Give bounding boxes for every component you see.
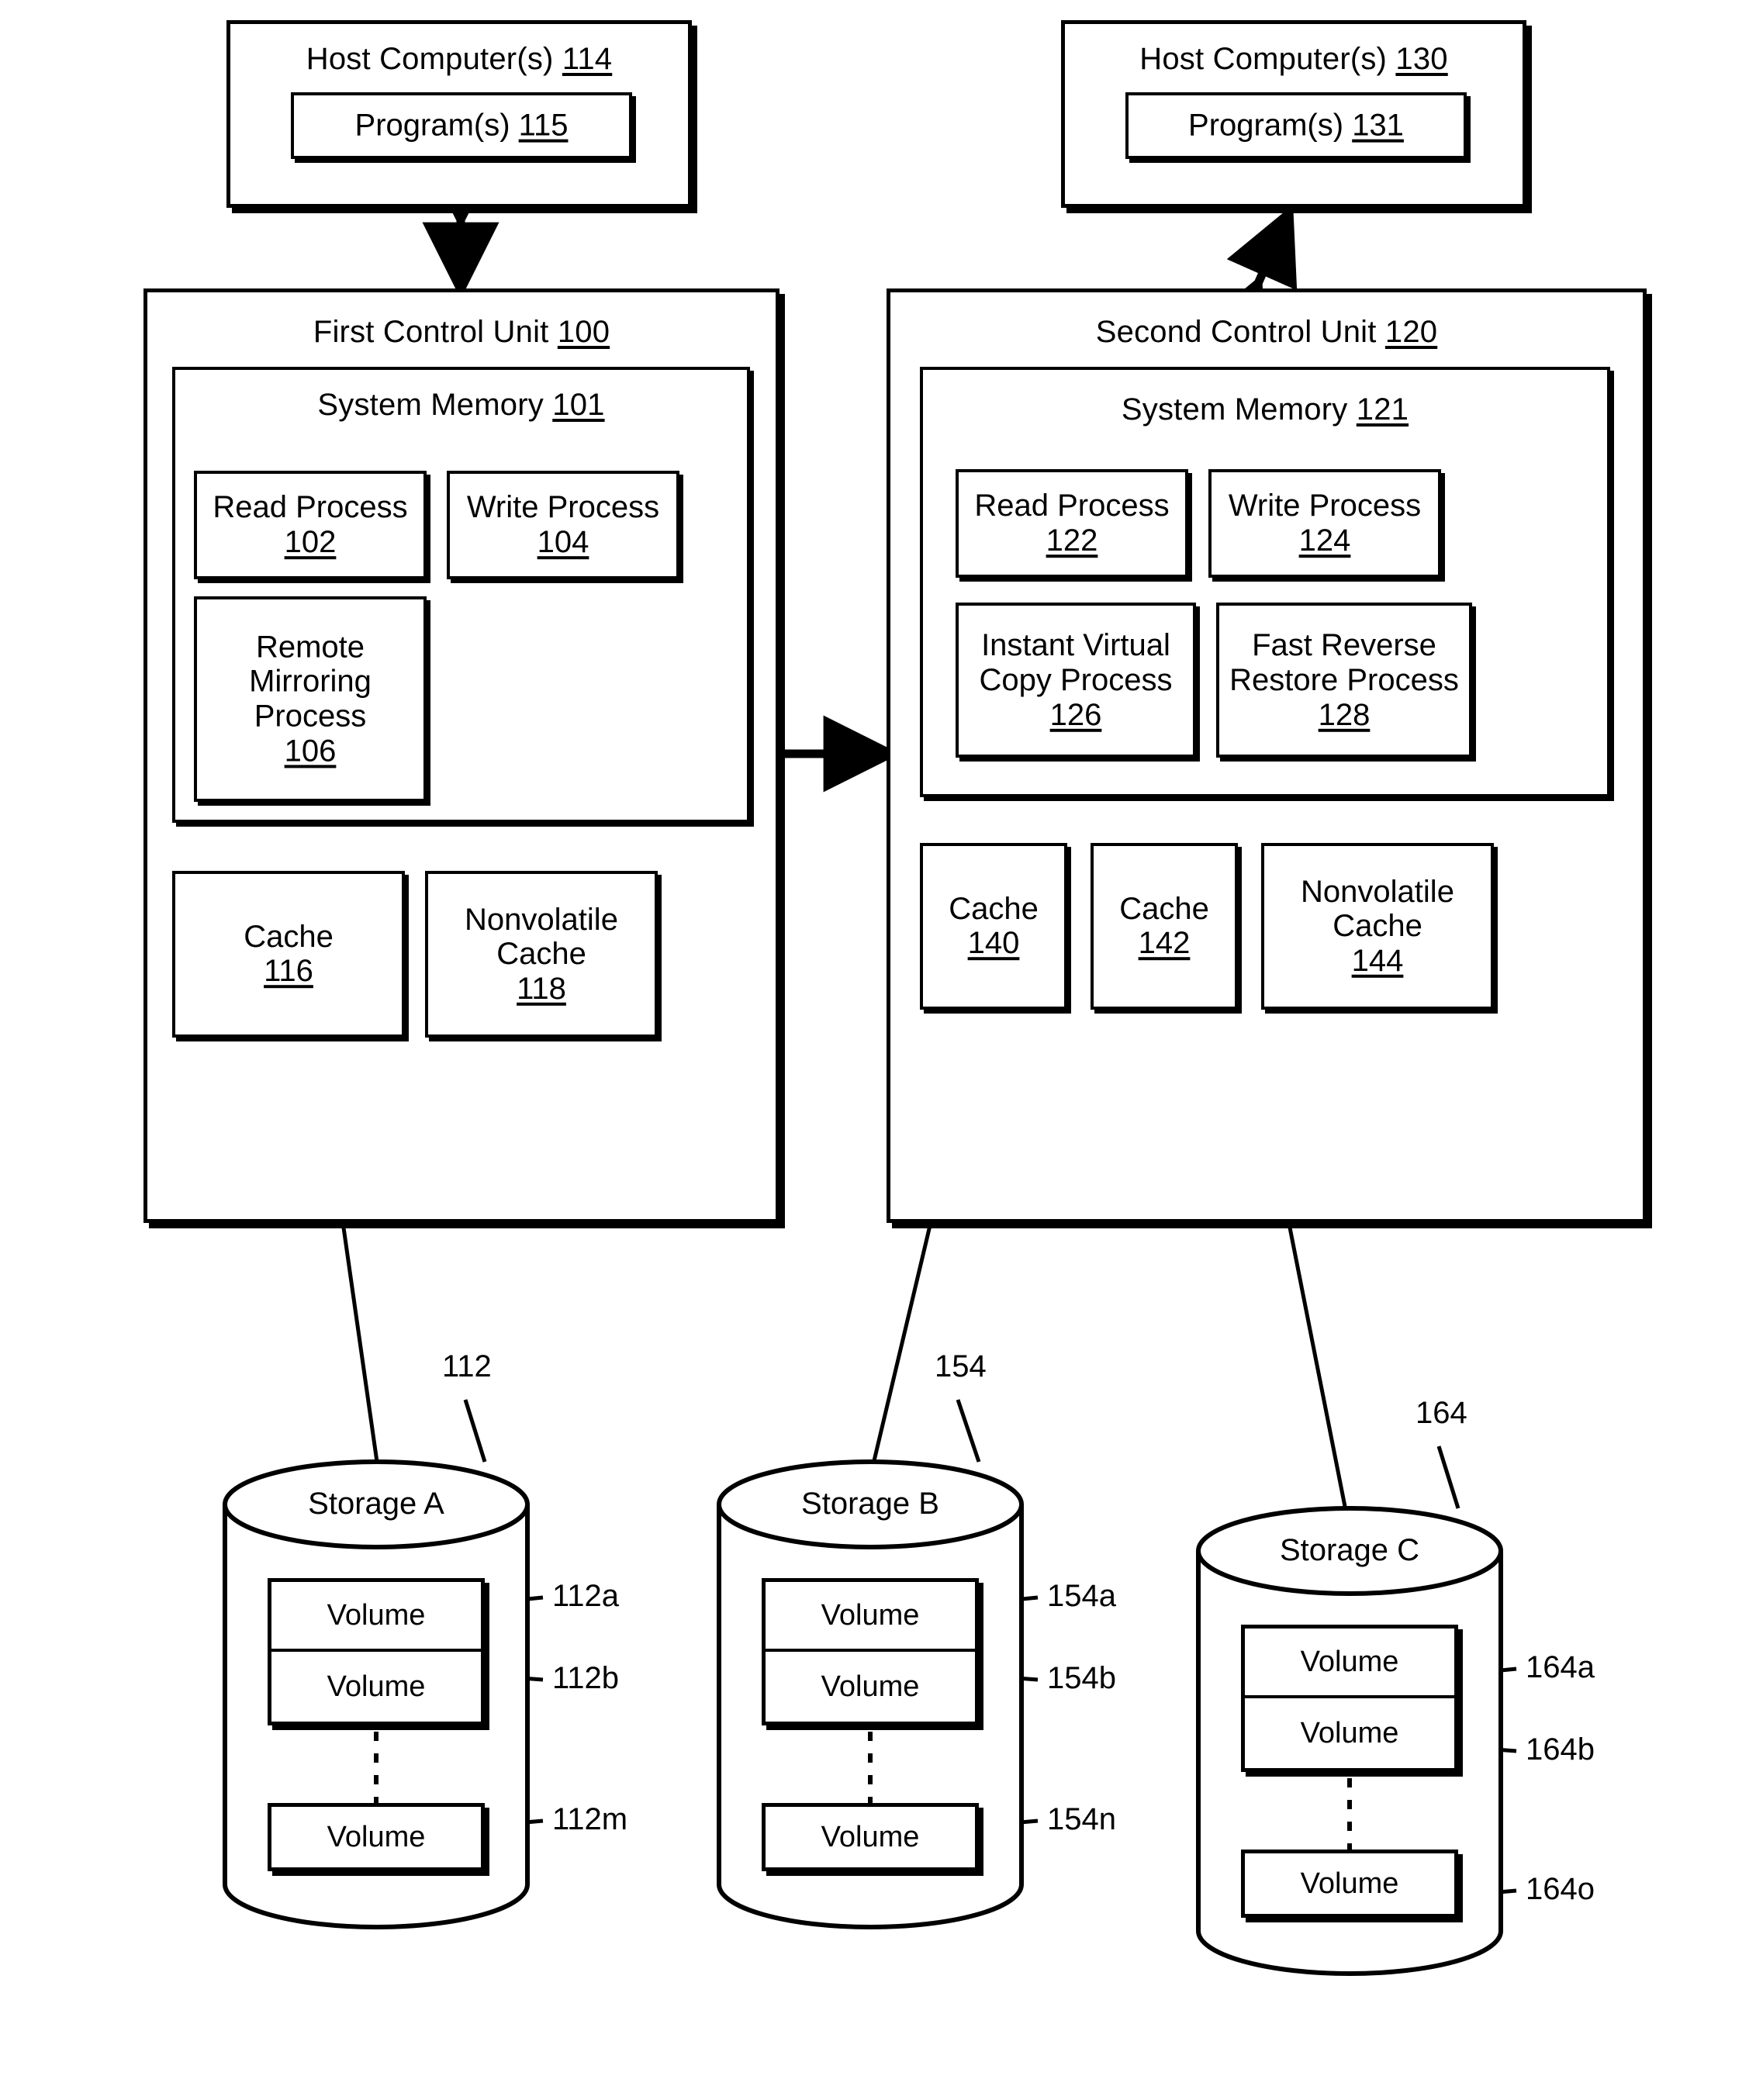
write-process-104-label: Write Process 104 (466, 490, 660, 559)
storage-a[interactable]: Storage A Volume Volume Volume (221, 1459, 531, 1929)
storage-c-volume-164o[interactable]: Volume (1241, 1850, 1458, 1918)
ref-112m: 112m (552, 1802, 628, 1836)
write-process-124-label: Write Process 124 (1228, 489, 1422, 558)
ref-164b: 164b (1526, 1732, 1595, 1767)
program-131[interactable]: Program(s) 131 (1125, 92, 1467, 159)
second-control-unit-title: Second Control Unit 120 (1095, 315, 1438, 349)
fast-reverse-restore-process-128-label: Fast Reverse Restore Process 128 (1229, 627, 1459, 732)
storage-b-volume-154n[interactable]: Volume (762, 1803, 979, 1871)
cache-116[interactable]: Cache 116 (172, 871, 405, 1038)
leader-164 (1436, 1445, 1460, 1509)
leader-154 (956, 1399, 981, 1463)
nonvolatile-cache-118-label: Nonvolatile Cache 118 (465, 902, 618, 1006)
ref-164: 164 (1416, 1396, 1467, 1430)
storage-b[interactable]: Storage B Volume Volume Volume (715, 1459, 1025, 1929)
read-process-122[interactable]: Read Process 122 (956, 469, 1188, 578)
ref-154: 154 (935, 1349, 987, 1383)
system-memory-101-title: System Memory 101 (317, 388, 605, 422)
ref-112b: 112b (552, 1661, 620, 1695)
nonvolatile-cache-144-label: Nonvolatile Cache 144 (1301, 874, 1454, 978)
ref-112: 112 (442, 1349, 492, 1383)
nonvolatile-cache-144[interactable]: Nonvolatile Cache 144 (1261, 843, 1494, 1010)
read-process-102[interactable]: Read Process 102 (194, 471, 427, 579)
remote-mirroring-process-106-label: Remote Mirroring Process 106 (249, 629, 372, 769)
ref-164a: 164a (1526, 1650, 1595, 1684)
nonvolatile-cache-118[interactable]: Nonvolatile Cache 118 (425, 871, 658, 1038)
leader-112 (463, 1399, 487, 1463)
program-115[interactable]: Program(s) 115 (291, 92, 632, 159)
write-process-124[interactable]: Write Process 124 (1208, 469, 1441, 578)
remote-mirroring-process-106[interactable]: Remote Mirroring Process 106 (194, 596, 427, 802)
system-memory-121[interactable]: System Memory 121 Read Process 122 Write… (920, 367, 1610, 797)
arrow-host130-to-cu120 (1195, 204, 1298, 361)
ref-154b: 154b (1047, 1661, 1116, 1695)
ref-164o: 164o (1526, 1872, 1595, 1906)
ref-154n: 154n (1047, 1802, 1116, 1836)
cache-116-label: Cache 116 (244, 919, 334, 989)
fast-reverse-restore-process-128[interactable]: Fast Reverse Restore Process 128 (1216, 603, 1472, 758)
cache-140[interactable]: Cache 140 (920, 843, 1067, 1010)
host-computer-130[interactable]: Host Computer(s) 130 Program(s) 131 (1061, 20, 1526, 208)
host-114-title: Host Computer(s) 114 (306, 42, 613, 76)
ref-154a: 154a (1047, 1579, 1116, 1613)
cache-140-label: Cache 140 (949, 891, 1039, 961)
host-130-title: Host Computer(s) 130 (1139, 42, 1448, 76)
first-control-unit-title: First Control Unit 100 (313, 315, 610, 349)
host-computer-114[interactable]: Host Computer(s) 114 Program(s) 115 (226, 20, 692, 208)
storage-a-volume-112m[interactable]: Volume (268, 1803, 485, 1871)
instant-virtual-copy-process-126[interactable]: Instant Virtual Copy Process 126 (956, 603, 1196, 758)
system-memory-121-title: System Memory 121 (1121, 392, 1409, 427)
system-memory-101[interactable]: System Memory 101 Read Process 102 Write… (172, 367, 750, 823)
first-control-unit[interactable]: First Control Unit 100 System Memory 101… (143, 288, 779, 1223)
storage-c[interactable]: Storage C Volume Volume Volume (1194, 1506, 1505, 1976)
second-control-unit[interactable]: Second Control Unit 120 System Memory 12… (887, 288, 1647, 1223)
program-115-label: Program(s) 115 (354, 108, 569, 143)
cache-142-label: Cache 142 (1119, 891, 1209, 961)
read-process-122-label: Read Process 122 (974, 489, 1170, 558)
read-process-102-label: Read Process 102 (213, 490, 408, 559)
program-131-label: Program(s) 131 (1188, 108, 1404, 143)
ref-112a: 112a (552, 1579, 620, 1613)
instant-virtual-copy-process-126-label: Instant Virtual Copy Process 126 (979, 627, 1173, 732)
cache-142[interactable]: Cache 142 (1091, 843, 1238, 1010)
write-process-104[interactable]: Write Process 104 (447, 471, 679, 579)
